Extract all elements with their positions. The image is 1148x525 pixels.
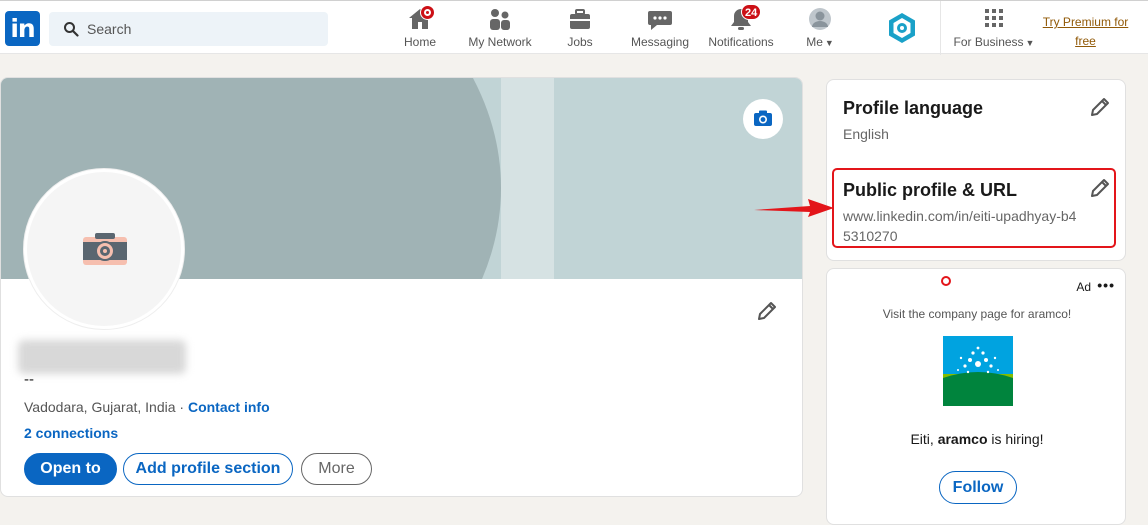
- avatar-icon: [807, 7, 833, 31]
- hiring-suffix: is hiring!: [987, 431, 1044, 447]
- extension-logo-icon[interactable]: [886, 12, 918, 44]
- more-button[interactable]: More: [301, 453, 372, 485]
- edit-intro-pencil-icon[interactable]: [756, 300, 778, 322]
- global-nav: in Search Home My Network Jobs Messaging: [0, 0, 1148, 55]
- try-premium-link[interactable]: Try Premium for free: [1038, 13, 1133, 51]
- bell-icon: 24: [728, 4, 762, 31]
- follow-button[interactable]: Follow: [939, 471, 1017, 504]
- briefcase-icon: [567, 7, 593, 31]
- notifications-badge: 24: [741, 4, 762, 20]
- hiring-prefix: Eiti,: [910, 431, 938, 447]
- search-input[interactable]: Search: [87, 21, 131, 37]
- nav-home[interactable]: Home: [399, 5, 441, 51]
- connections-link[interactable]: 2 connections: [24, 425, 118, 441]
- nav-messaging[interactable]: Messaging: [628, 7, 692, 51]
- contact-info-link[interactable]: Contact info: [188, 399, 270, 415]
- nav-divider: [940, 1, 941, 55]
- nav-messaging-label: Messaging: [630, 35, 690, 49]
- nav-me-label: Me ▼: [800, 35, 840, 49]
- nav-notifications[interactable]: 24 Notifications: [704, 4, 778, 51]
- nav-for-business-label: For Business ▼: [950, 35, 1038, 49]
- profile-photo-placeholder: [27, 172, 181, 326]
- nav-for-business[interactable]: For Business ▼: [950, 7, 1038, 51]
- me-label-text: Me: [806, 35, 823, 49]
- ad-options-icon[interactable]: •••: [1097, 277, 1115, 293]
- camera-icon: [754, 110, 772, 126]
- hiring-company: aramco: [937, 431, 988, 447]
- profile-language-title: Profile language: [843, 98, 984, 118]
- profile-photo[interactable]: [23, 168, 185, 330]
- profile-language-value: English: [843, 126, 889, 142]
- nav-my-network-label: My Network: [468, 35, 532, 49]
- nav-jobs[interactable]: Jobs: [563, 7, 597, 51]
- annotation-highlight-box: [832, 168, 1116, 248]
- search-icon: [64, 22, 79, 37]
- nav-my-network[interactable]: My Network: [464, 7, 536, 51]
- separator-dot: ·: [175, 399, 188, 415]
- nav-me[interactable]: Me ▼: [800, 7, 840, 51]
- annotation-arrow-icon: [754, 199, 834, 217]
- profile-headline: --: [24, 371, 34, 388]
- nav-jobs-label: Jobs: [567, 35, 593, 49]
- ad-label: Ad: [1076, 280, 1091, 294]
- aramco-logo-icon[interactable]: [943, 336, 1013, 406]
- add-profile-section-button[interactable]: Add profile section: [123, 453, 293, 485]
- messaging-icon: [647, 7, 673, 31]
- ad-card: Ad ••• Visit the company page for aramco…: [826, 268, 1126, 525]
- nav-notifications-label: Notifications: [708, 35, 774, 49]
- nav-home-label: Home: [403, 35, 436, 49]
- annotation-ring: [941, 276, 951, 286]
- ad-hiring-text: Eiti, aramco is hiring!: [827, 431, 1127, 447]
- profile-name-blurred: [18, 340, 186, 374]
- caret-down-icon: ▼: [1025, 38, 1035, 48]
- profile-top-card: -- Vadodara, Gujarat, India · Contact in…: [0, 77, 803, 497]
- home-notification-dot: [420, 5, 435, 20]
- edit-cover-button[interactable]: [743, 99, 783, 139]
- edit-language-pencil-icon[interactable]: [1089, 96, 1111, 118]
- linkedin-logo[interactable]: in: [5, 11, 40, 46]
- search-bar[interactable]: Search: [49, 12, 328, 46]
- people-icon: [487, 7, 513, 31]
- for-business-text: For Business: [953, 35, 1024, 49]
- caret-down-icon: ▼: [824, 38, 834, 48]
- home-icon: [407, 5, 435, 31]
- grid-apps-icon: [981, 7, 1007, 31]
- profile-location-line: Vadodara, Gujarat, India · Contact info: [24, 399, 270, 415]
- ad-visit-text: Visit the company page for aramco!: [882, 307, 1072, 321]
- open-to-button[interactable]: Open to: [24, 453, 117, 485]
- profile-location: Vadodara, Gujarat, India: [24, 399, 176, 415]
- cover-band: [501, 78, 554, 279]
- camera-icon: [83, 233, 127, 265]
